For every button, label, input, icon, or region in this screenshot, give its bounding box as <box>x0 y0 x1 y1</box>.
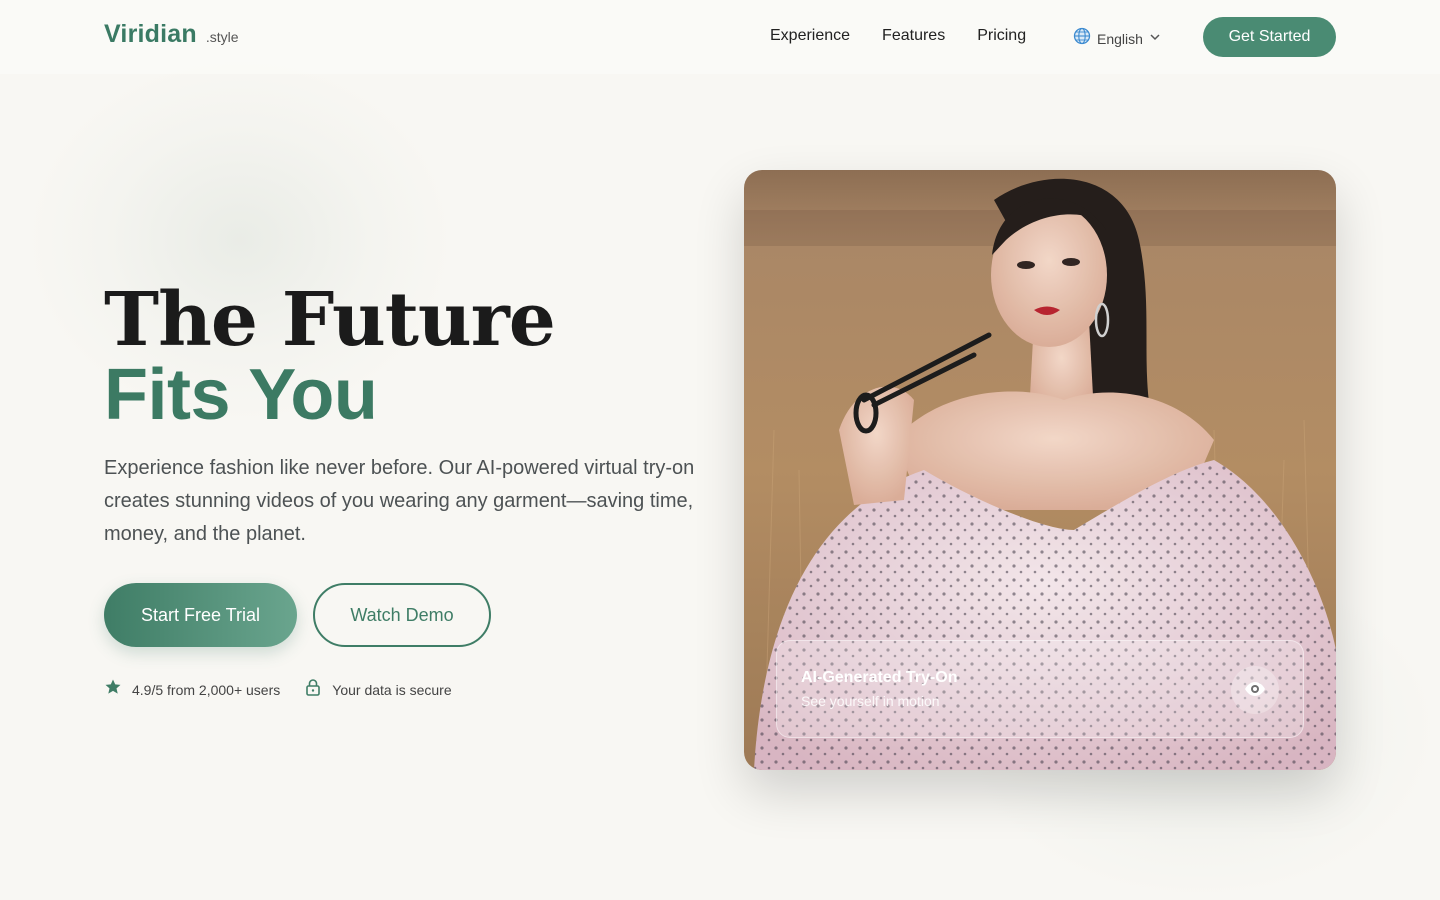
watch-demo-button[interactable]: Watch Demo <box>313 583 491 647</box>
globe-icon <box>1073 27 1091 50</box>
eye-icon <box>1243 677 1267 704</box>
hero-headline: The Future Fits You <box>104 277 556 435</box>
get-started-button[interactable]: Get Started <box>1203 17 1336 57</box>
chevron-down-icon <box>1149 30 1161 48</box>
nav-link-features[interactable]: Features <box>882 27 945 45</box>
language-selector[interactable]: English <box>1073 27 1161 50</box>
nav-link-pricing[interactable]: Pricing <box>977 27 1026 45</box>
headline-line-2: Fits You <box>104 355 378 435</box>
lock-icon <box>304 678 322 701</box>
security-indicator: Your data is secure <box>304 678 452 701</box>
rating-indicator: 4.9/5 from 2,000+ users <box>104 678 280 701</box>
top-navigation: Viridian .style Experience Features Pric… <box>0 0 1440 74</box>
brand-logo[interactable]: Viridian .style <box>104 20 239 49</box>
rating-text: 4.9/5 from 2,000+ users <box>132 681 281 698</box>
headline-line-1: The Future <box>104 277 556 363</box>
brand-name: Viridian <box>104 20 197 48</box>
security-text: Your data is secure <box>332 681 452 698</box>
hero-description: Experience fashion like never before. Ou… <box>104 457 695 545</box>
language-label: English <box>1097 30 1143 47</box>
overlay-subtitle: See yourself in motion <box>801 693 940 709</box>
brand-suffix: .style <box>205 29 239 45</box>
try-on-overlay: AI-Generated Try-On See yourself in moti… <box>776 640 1304 738</box>
star-icon <box>104 678 122 701</box>
trust-indicators: 4.9/5 from 2,000+ users Your data is sec… <box>104 678 476 701</box>
showcase-card: AI-Generated Try-On See yourself in moti… <box>744 170 1336 770</box>
start-free-trial-button[interactable]: Start Free Trial <box>104 583 297 647</box>
nav-links: Experience Features Pricing <box>770 27 1058 45</box>
overlay-title: AI-Generated Try-On <box>801 669 958 686</box>
nav-link-experience[interactable]: Experience <box>770 27 850 45</box>
preview-button[interactable] <box>1231 666 1279 714</box>
